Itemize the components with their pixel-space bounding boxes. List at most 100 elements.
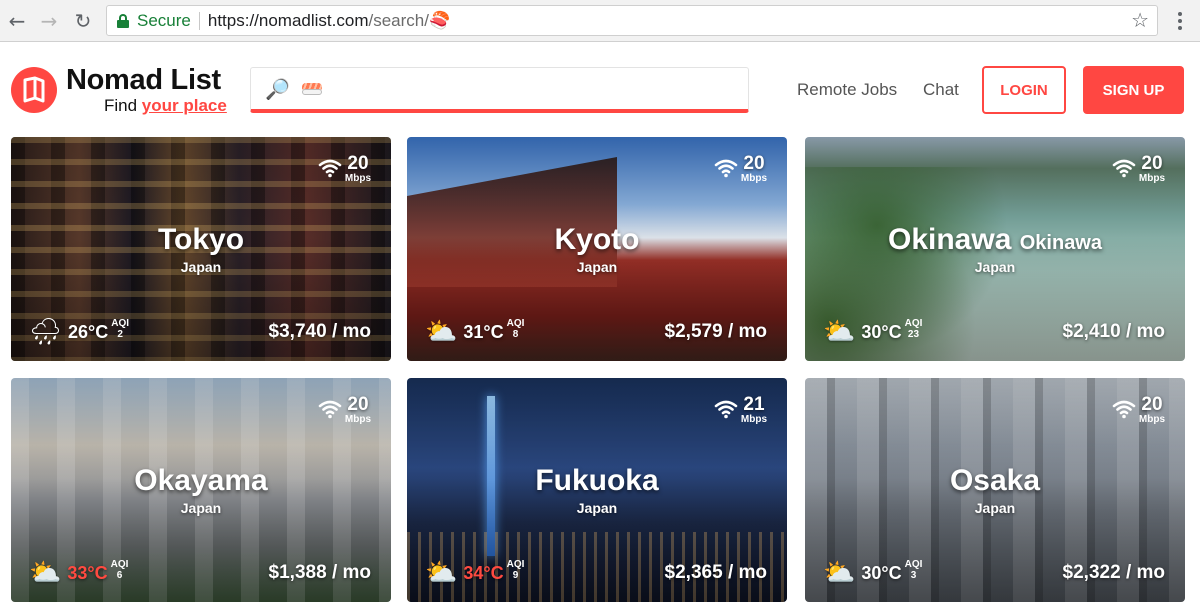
tagline-prefix: Find (104, 96, 142, 115)
forward-arrow-icon[interactable]: → (36, 8, 62, 34)
internet-speed: 21 Mbps (714, 395, 767, 425)
city-name: Fukuoka (407, 464, 787, 498)
cost-of-living: $2,579 / mo (664, 321, 767, 342)
wifi-icon (714, 399, 738, 419)
speed-value: 21 (743, 394, 765, 415)
cost-of-living: $2,410 / mo (1062, 321, 1165, 342)
internet-speed: 20 Mbps (318, 395, 371, 425)
internet-speed: 20 Mbps (714, 154, 767, 184)
url-path: /search/🍣 (368, 10, 451, 30)
wifi-icon (318, 399, 342, 419)
reload-icon[interactable]: ↻ (70, 8, 96, 34)
nomad-list-logo-icon[interactable] (11, 67, 57, 113)
speed-unit: Mbps (344, 414, 371, 425)
aqi-value: 8 (512, 329, 519, 340)
cost-of-living: $1,388 / mo (268, 562, 371, 583)
speed-unit: Mbps (1138, 173, 1165, 184)
nav-remote-jobs[interactable]: Remote Jobs (797, 80, 897, 100)
bookmark-star-icon[interactable]: ☆ (1131, 8, 1149, 32)
country-name: Japan (180, 500, 222, 516)
aqi-value: 2 (117, 329, 123, 340)
aqi-label: AQI (904, 559, 923, 570)
city-card[interactable]: 20 Mbps Okayama Japan ⛅ 33°C AQI 6 $1,388 / mo (11, 378, 391, 602)
air-quality-index: AQI 3 (905, 559, 923, 581)
signup-button[interactable]: SIGN UP (1083, 66, 1184, 114)
cost-of-living: $2,322 / mo (1062, 562, 1165, 583)
city-title: Fukuoka (535, 464, 659, 497)
temperature: 30°C (861, 562, 902, 583)
country-name: Japan (974, 500, 1016, 516)
speed-unit: Mbps (344, 173, 371, 184)
city-region: Okinawa (1019, 232, 1102, 254)
sun-behind-cloud-icon: ⛅ (823, 558, 856, 588)
aqi-value: 23 (907, 329, 920, 340)
city-title: Osaka (949, 464, 1041, 497)
city-card[interactable]: 20 Mbps Kyoto Japan ⛅ 31°C AQI 8 $2,579 / mo (407, 137, 787, 361)
city-title: Okinawa (888, 223, 1012, 256)
speed-unit: Mbps (740, 173, 767, 184)
city-name: Tokyo (11, 223, 391, 257)
air-quality-index: AQI 9 (507, 559, 525, 581)
air-quality-index: AQI 8 (507, 318, 525, 340)
air-quality-index: AQI 23 (905, 318, 923, 340)
weather-info: ⛅ 33°C AQI 6 (29, 558, 128, 588)
lock-icon (117, 13, 129, 28)
city-name: Okayama (11, 464, 391, 498)
wifi-icon (714, 158, 738, 178)
url-divider (198, 11, 200, 30)
city-title: Tokyo (157, 223, 245, 256)
country-name: Japan (576, 259, 618, 275)
sun-behind-cloud-icon: ⛅ (425, 558, 458, 588)
tagline-highlight: your place (141, 96, 227, 115)
internet-speed: 20 Mbps (1112, 395, 1165, 425)
url-host: https://nomadlist.com (207, 10, 369, 30)
aqi-value: 6 (116, 570, 123, 581)
air-quality-index: AQI 6 (111, 559, 129, 581)
air-quality-index: AQI 2 (111, 318, 129, 340)
wifi-icon (318, 158, 342, 178)
internet-speed: 20 Mbps (318, 154, 371, 184)
city-name: Okinawa Okinawa (805, 223, 1185, 257)
city-card[interactable]: 20 Mbps Okinawa Okinawa Japan ⛅ 30°C AQI 23 $2,4… (805, 137, 1185, 361)
address-bar[interactable]: Secure https://nomadlist.com/search/🍣 ☆ (106, 5, 1158, 36)
brand-title[interactable]: Nomad List (66, 64, 221, 97)
back-arrow-icon[interactable]: ← (4, 8, 30, 34)
browser-toolbar: ← → ↻ Secure https://nomadlist.com/searc… (0, 0, 1200, 42)
speed-value: 20 (743, 153, 765, 174)
city-title: Okayama (134, 464, 268, 497)
city-card[interactable]: 20 Mbps Osaka Japan ⛅ 30°C AQI 3 $2,322 / mo (805, 378, 1185, 602)
url-text[interactable]: https://nomadlist.com/search/🍣 (208, 11, 450, 31)
aqi-label: AQI (110, 559, 129, 570)
search-input[interactable]: 🔎 (250, 67, 749, 113)
country-name: Japan (576, 500, 618, 516)
speed-unit: Mbps (740, 414, 767, 425)
city-title: Kyoto (554, 223, 640, 256)
sushi-icon (301, 82, 322, 95)
internet-speed: 20 Mbps (1112, 154, 1165, 184)
speed-value: 20 (1141, 394, 1163, 415)
weather-info: ⛅ 30°C AQI 3 (823, 558, 922, 588)
sun-behind-cloud-icon: ⛅ (823, 317, 856, 347)
weather-info: ⛅ 34°C AQI 9 (425, 558, 524, 588)
city-name: Osaka (805, 464, 1185, 498)
sun-behind-cloud-icon: ⛅ (29, 558, 62, 588)
nav-chat[interactable]: Chat (923, 80, 959, 100)
aqi-label: AQI (111, 318, 130, 329)
aqi-label: AQI (506, 318, 525, 329)
weather-info: ⛅ 30°C AQI 23 (823, 317, 922, 347)
city-card[interactable]: 21 Mbps Fukuoka Japan ⛅ 34°C AQI 9 $2,365 / mo (407, 378, 787, 602)
temperature: 30°C (861, 321, 902, 342)
login-button[interactable]: LOGIN (982, 66, 1066, 114)
wifi-icon (1112, 399, 1136, 419)
temperature: 26°C (68, 321, 109, 342)
browser-menu-icon[interactable] (1170, 9, 1190, 33)
weather-info: ⛅ 31°C AQI 8 (425, 317, 524, 347)
aqi-value: 9 (512, 570, 519, 581)
temperature: 33°C (67, 562, 108, 583)
aqi-label: AQI (506, 559, 525, 570)
speed-value: 20 (347, 153, 369, 174)
city-card[interactable]: 20 Mbps Tokyo Japan 🌧 26°C AQI 2 $3,740 / mo (11, 137, 391, 361)
cost-of-living: $2,365 / mo (664, 562, 767, 583)
speed-value: 20 (347, 394, 369, 415)
speed-value: 20 (1141, 153, 1163, 174)
